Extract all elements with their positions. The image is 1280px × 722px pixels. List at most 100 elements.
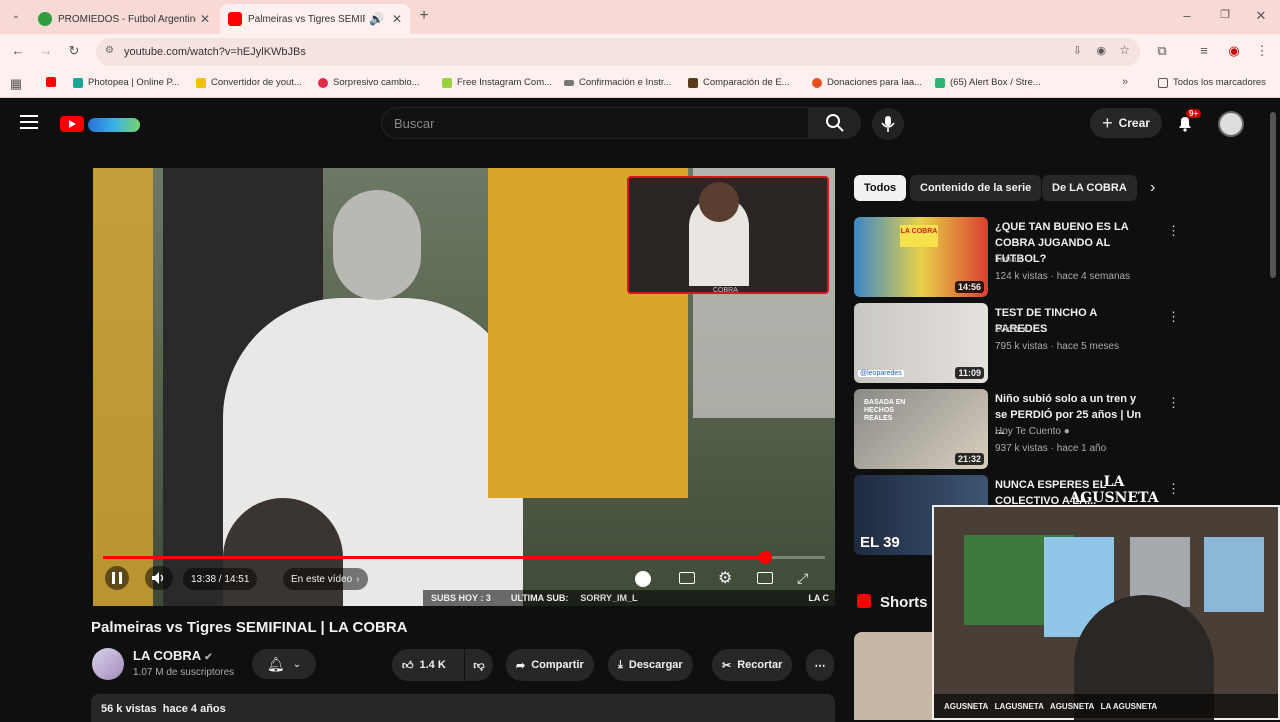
thumbs-up-icon: 👍︎ bbox=[402, 659, 414, 672]
tab-promiedos[interactable]: PROMIEDOS - Futbol Argentino ✕ bbox=[30, 4, 218, 34]
folder-icon bbox=[196, 77, 206, 88]
youtube-logo[interactable] bbox=[60, 114, 142, 134]
bell-icon: 🔔︎ bbox=[266, 655, 285, 672]
short-thumbnail[interactable] bbox=[854, 632, 934, 720]
bookmarks-bar: ▦ Photopea | Online P... Convertidor de … bbox=[0, 70, 1280, 98]
thumbnail-caption: @leoparedes bbox=[858, 370, 904, 377]
tab-title: Palmeiras vs Tigres SEMIFIN bbox=[248, 13, 365, 25]
verified-icon: ● bbox=[1063, 426, 1070, 437]
notifications-button[interactable]: 9+ bbox=[1176, 109, 1202, 132]
chip-de-la-cobra[interactable]: De LA COBRA bbox=[1042, 175, 1137, 201]
page-scrollbar[interactable] bbox=[1270, 112, 1276, 278]
reload-icon[interactable]: ↻ bbox=[66, 43, 82, 59]
create-button[interactable]: + Crear bbox=[1090, 108, 1162, 138]
new-tab-icon[interactable]: + bbox=[416, 7, 432, 25]
channel-avatar[interactable] bbox=[92, 648, 124, 680]
share-button[interactable]: ➦ Compartir bbox=[506, 649, 594, 681]
bookmark-instagram[interactable]: Free Instagram Com... bbox=[442, 77, 552, 88]
progress-fill bbox=[103, 556, 766, 559]
autoplay-toggle[interactable] bbox=[635, 571, 651, 587]
recommendation-item[interactable]: BASADA EN HECHOS REALES 21:32 Niño subió… bbox=[854, 389, 1180, 469]
bookmark-donaciones[interactable]: Donaciones para laa... bbox=[812, 77, 922, 88]
close-icon[interactable]: ✕ bbox=[392, 12, 402, 26]
chip-serie[interactable]: Contenido de la serie bbox=[910, 175, 1042, 201]
like-button[interactable]: 👍︎ 1.4 K bbox=[392, 649, 464, 681]
verified-icon: ✔ bbox=[204, 652, 213, 663]
facecam-head bbox=[699, 182, 739, 222]
thumbs-down-icon: 👎︎ bbox=[473, 659, 485, 672]
channel-name[interactable]: Hoy Te Cuento ● bbox=[995, 426, 1070, 437]
back-icon[interactable]: ← bbox=[10, 43, 26, 58]
more-dots-icon[interactable]: ⋮ bbox=[1167, 481, 1180, 497]
miniplayer-icon[interactable] bbox=[757, 572, 773, 584]
apps-grid-icon[interactable]: ▦ bbox=[8, 76, 24, 92]
more-dots-icon[interactable]: ⋮ bbox=[1167, 223, 1180, 239]
tab-search-icon[interactable]: ⌄ bbox=[8, 10, 24, 21]
volume-icon bbox=[152, 572, 164, 584]
tab-youtube-video[interactable]: Palmeiras vs Tigres SEMIFIN 🔊 ✕ bbox=[220, 4, 410, 34]
account-avatar[interactable] bbox=[1218, 111, 1244, 137]
hamburger-menu-icon[interactable] bbox=[20, 115, 38, 129]
video-player[interactable]: COBRA 13:38 / 14:51 En este vídeo › ⚙ ⤢ S… bbox=[93, 168, 835, 606]
description-box[interactable]: 56 k vistas hace 4 años bbox=[91, 694, 835, 722]
bookmark-alertbox[interactable]: (65) Alert Box / Stre... bbox=[935, 77, 1041, 88]
minimize-icon[interactable]: – bbox=[1180, 8, 1194, 23]
more-actions-button[interactable]: ⋯ bbox=[806, 649, 834, 681]
volume-button[interactable] bbox=[145, 566, 173, 590]
recommendation-item[interactable]: @leoparedes 11:09 TEST DE TINCHO A PARED… bbox=[854, 303, 1180, 383]
window-close-icon[interactable]: ✕ bbox=[1254, 8, 1268, 24]
close-icon[interactable]: ✕ bbox=[200, 12, 210, 26]
address-bar[interactable]: ⚙ youtube.com/watch?v=hEJylKWbJBs ⇩ ◉ ☆ bbox=[96, 38, 1140, 66]
subtitles-icon[interactable] bbox=[679, 572, 695, 584]
subscribed-button[interactable]: 🔔︎ ⌄ bbox=[252, 649, 316, 679]
media-icon[interactable]: ≡ bbox=[1196, 43, 1212, 58]
channel-name[interactable]: c0ker ● bbox=[995, 324, 1028, 335]
bookmark-comparacion[interactable]: Comparación de E... bbox=[688, 77, 790, 88]
speaker-icon[interactable]: 🔊 bbox=[369, 12, 384, 26]
search-button[interactable] bbox=[809, 107, 861, 139]
settings-gear-icon[interactable]: ⚙ bbox=[718, 568, 732, 588]
search-input[interactable]: Buscar bbox=[381, 107, 809, 139]
video-coach-head bbox=[333, 190, 421, 300]
pause-button[interactable] bbox=[105, 566, 129, 590]
recommendation-item[interactable]: LA COBRA 14:56 ¿QUE TAN BUENO ES LA COBR… bbox=[854, 217, 1180, 297]
clip-button[interactable]: ✂ Recortar bbox=[712, 649, 793, 681]
bookmark-confirmacion[interactable]: Confirmación e Instr... bbox=[564, 77, 671, 88]
more-bookmarks-icon[interactable]: » bbox=[1118, 76, 1132, 88]
dislike-button[interactable]: 👎︎ bbox=[465, 649, 493, 681]
menu-dots-icon[interactable]: ⋮ bbox=[1254, 43, 1270, 59]
video-thumbnail[interactable]: LA COBRA 14:56 bbox=[854, 217, 988, 297]
all-bookmarks[interactable]: Todos los marcadores bbox=[1158, 77, 1266, 88]
extensions-icon[interactable]: ⧉ bbox=[1154, 43, 1170, 59]
bookmark-youtube[interactable] bbox=[46, 77, 61, 87]
more-dots-icon[interactable]: ⋮ bbox=[1167, 309, 1180, 325]
channel-name[interactable]: Tonali bbox=[995, 254, 1021, 265]
video-meta: 124 k vistas · hace 4 semanas bbox=[995, 271, 1131, 282]
chip-todos[interactable]: Todos bbox=[854, 175, 907, 201]
progress-track[interactable] bbox=[103, 551, 825, 564]
download-button[interactable]: ⤓ Descargar bbox=[608, 649, 693, 681]
channel-name[interactable]: LA COBRA ✔ bbox=[133, 648, 213, 663]
duration-badge: 21:32 bbox=[954, 453, 984, 465]
forward-icon[interactable]: → bbox=[38, 43, 54, 58]
eye-off-icon[interactable]: ◉ bbox=[1096, 44, 1106, 57]
bookmark-sorpresivo[interactable]: Sorpresivo cambio... bbox=[318, 77, 420, 88]
profile-icon[interactable]: ◉ bbox=[1226, 43, 1242, 59]
plus-icon: + bbox=[1102, 112, 1113, 133]
bookmark-convertidor[interactable]: Convertidor de yout... bbox=[196, 77, 302, 88]
fullscreen-icon[interactable]: ⤢ bbox=[797, 570, 808, 587]
video-thumbnail[interactable]: @leoparedes 11:09 bbox=[854, 303, 988, 383]
restore-icon[interactable]: ❐ bbox=[1218, 8, 1232, 21]
more-dots-icon[interactable]: ⋮ bbox=[1167, 395, 1180, 411]
install-app-icon[interactable]: ⇩ bbox=[1073, 44, 1082, 57]
chevron-right-icon[interactable]: › bbox=[1150, 179, 1155, 197]
site-info-icon[interactable]: ⚙ bbox=[105, 45, 114, 56]
scrubber-handle[interactable] bbox=[759, 551, 773, 564]
chapter-button[interactable]: En este vídeo › bbox=[283, 568, 368, 590]
star-icon[interactable]: ☆ bbox=[1119, 43, 1130, 57]
download-icon: ⤓ bbox=[618, 658, 623, 671]
video-thumbnail[interactable]: BASADA EN HECHOS REALES 21:32 bbox=[854, 389, 988, 469]
verified-icon: ● bbox=[1022, 324, 1029, 335]
voice-search-button[interactable] bbox=[872, 108, 904, 140]
bookmark-photopea[interactable]: Photopea | Online P... bbox=[73, 77, 180, 88]
